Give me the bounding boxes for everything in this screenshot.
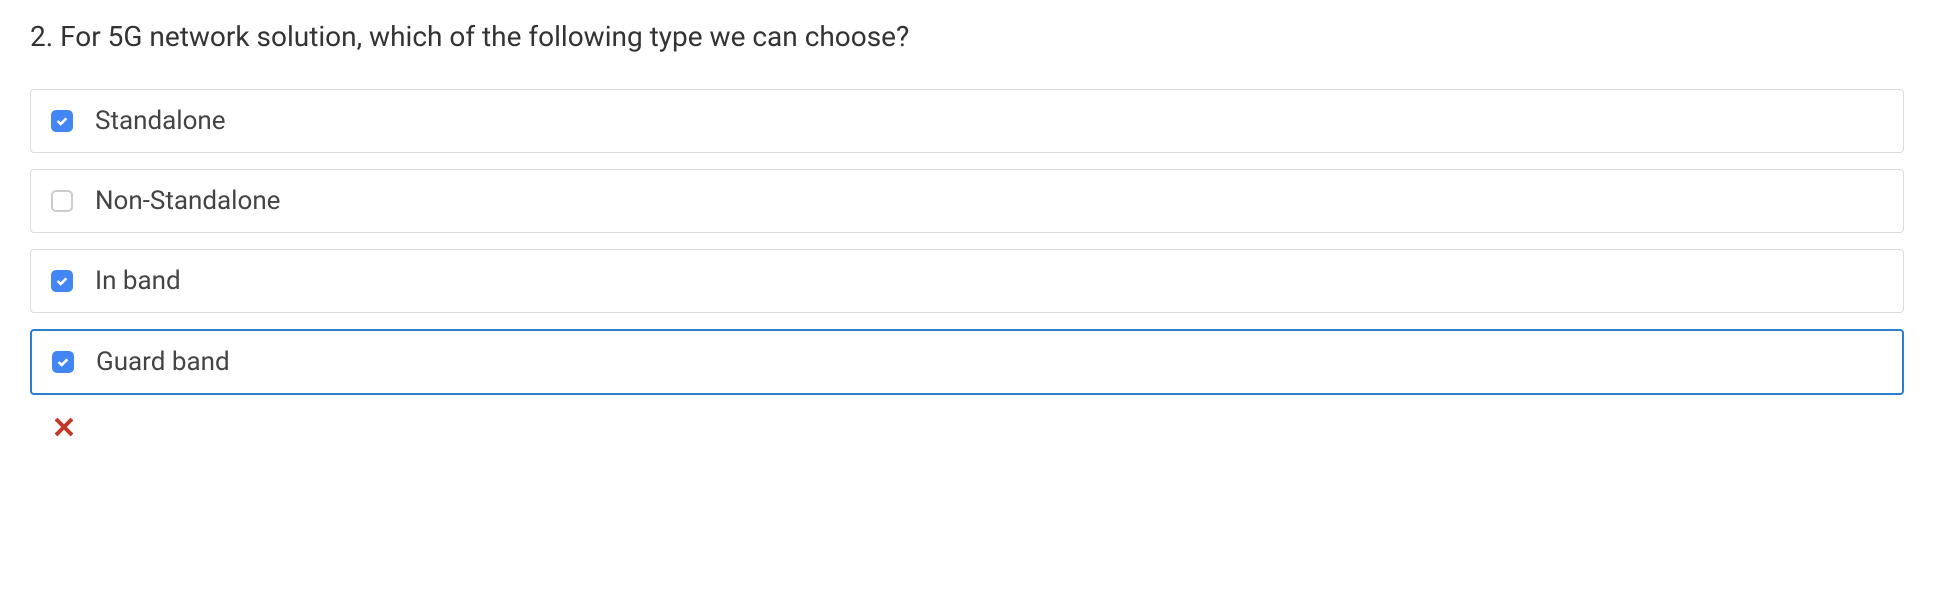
option-guard-band[interactable]: Guard band <box>30 329 1904 395</box>
incorrect-icon <box>52 415 1904 443</box>
option-label: In band <box>95 266 181 296</box>
option-label: Guard band <box>96 347 230 377</box>
checkbox-icon <box>52 351 74 373</box>
options-container: Standalone Non-Standalone In band Guard … <box>30 89 1904 395</box>
question-text: 2. For 5G network solution, which of the… <box>30 20 1904 53</box>
option-label: Standalone <box>95 106 226 136</box>
question-body: For 5G network solution, which of the fo… <box>60 20 909 53</box>
checkbox-icon <box>51 270 73 292</box>
option-non-standalone[interactable]: Non-Standalone <box>30 169 1904 233</box>
option-label: Non-Standalone <box>95 186 280 216</box>
option-standalone[interactable]: Standalone <box>30 89 1904 153</box>
checkbox-icon <box>51 190 73 212</box>
question-number: 2. <box>30 20 53 53</box>
checkbox-icon <box>51 110 73 132</box>
option-in-band[interactable]: In band <box>30 249 1904 313</box>
